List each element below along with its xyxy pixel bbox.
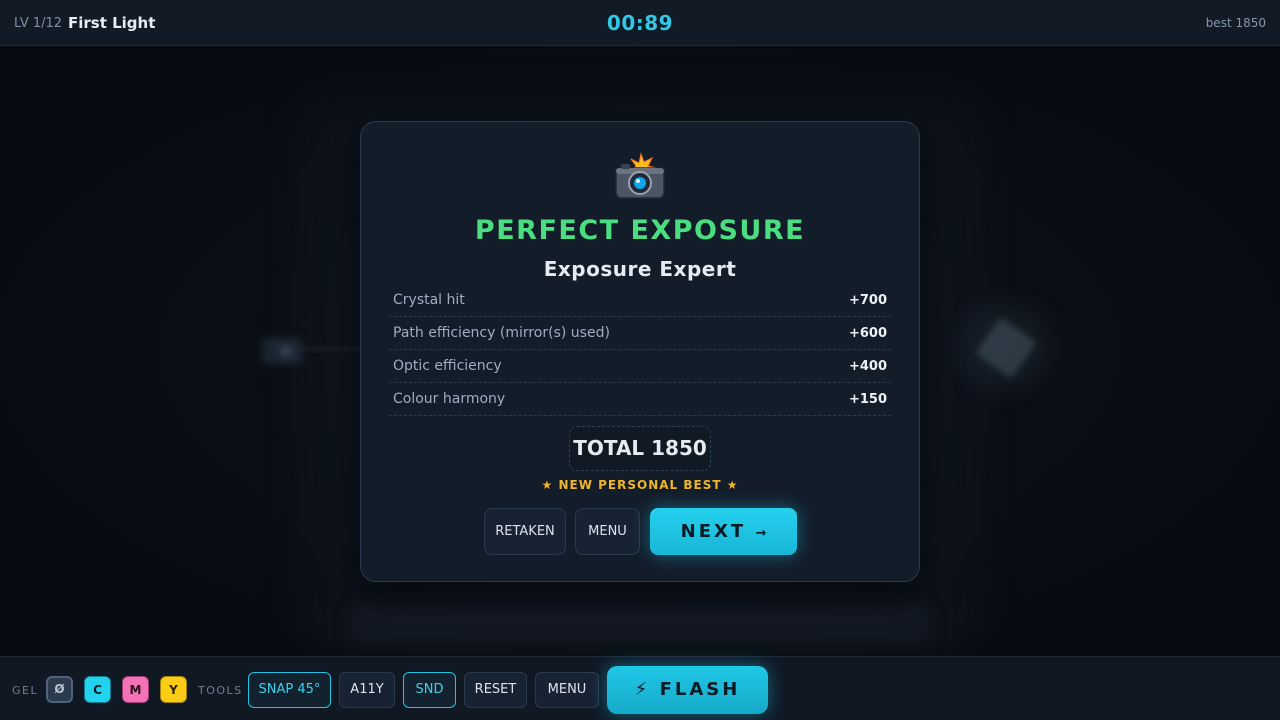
total-score: TOTAL 1850 [569, 426, 711, 471]
light-emitter [262, 338, 302, 364]
top-bar: LV 1/12 First Light 00:89 best 1850 [0, 0, 1280, 46]
bottom-toolbar: GEL Ø C M Y TOOLS SNAP 45° A11Y SND RESE… [0, 656, 1280, 720]
score-row: Colour harmony +150 [389, 383, 891, 416]
flash-button[interactable]: ⚡ FLASH [607, 666, 768, 714]
score-row: Crystal hit +700 [389, 284, 891, 317]
score-label: Colour harmony [393, 391, 506, 407]
score-value: +700 [848, 292, 887, 308]
sound-toggle[interactable]: SND [403, 672, 456, 708]
gel-magenta-button[interactable]: M [122, 676, 149, 703]
score-label: Path efficiency (mirror(s) used) [393, 325, 610, 341]
score-value: +150 [848, 391, 887, 407]
score-row: Path efficiency (mirror(s) used) +600 [389, 317, 891, 350]
gel-cyan-button[interactable]: C [84, 676, 111, 703]
score-value: +600 [848, 325, 887, 341]
camera-flash-icon [361, 152, 919, 215]
gel-label: GEL [12, 684, 39, 697]
score-value: +400 [848, 358, 887, 374]
result-rank: Exposure Expert [543, 257, 737, 281]
reset-button[interactable]: RESET [464, 672, 527, 708]
score-breakdown: Crystal hit +700 Path efficiency (mirror… [389, 284, 891, 416]
next-button-label: NEXT [680, 521, 747, 542]
lightning-icon: ⚡ [634, 679, 651, 700]
menu-button[interactable]: MENU [535, 672, 599, 708]
accessibility-button[interactable]: A11Y [339, 672, 395, 708]
gel-yellow-button[interactable]: Y [160, 676, 187, 703]
score-label: Crystal hit [393, 292, 465, 308]
personal-best-badge: ★ NEW PERSONAL BEST ★ [541, 478, 739, 492]
flash-label: FLASH [659, 679, 741, 700]
result-title: PERFECT EXPOSURE [474, 215, 806, 246]
retake-button[interactable]: RETAKEN [484, 508, 566, 555]
arrow-right-icon: → [755, 526, 767, 541]
score-row: Optic efficiency +400 [389, 350, 891, 383]
next-button[interactable]: NEXT → [650, 508, 797, 555]
score-label: Optic efficiency [393, 358, 502, 374]
modal-menu-button[interactable]: MENU [575, 508, 640, 555]
timer: 00:89 [606, 11, 674, 35]
results-modal: PERFECT EXPOSURE Exposure Expert Crystal… [360, 121, 920, 582]
tools-label: TOOLS [198, 684, 243, 697]
hint-text-blurred [350, 606, 930, 642]
gel-none-button[interactable]: Ø [46, 676, 73, 703]
best-score: best 1850 [1205, 16, 1266, 30]
snap-toggle[interactable]: SNAP 45° [248, 672, 331, 708]
